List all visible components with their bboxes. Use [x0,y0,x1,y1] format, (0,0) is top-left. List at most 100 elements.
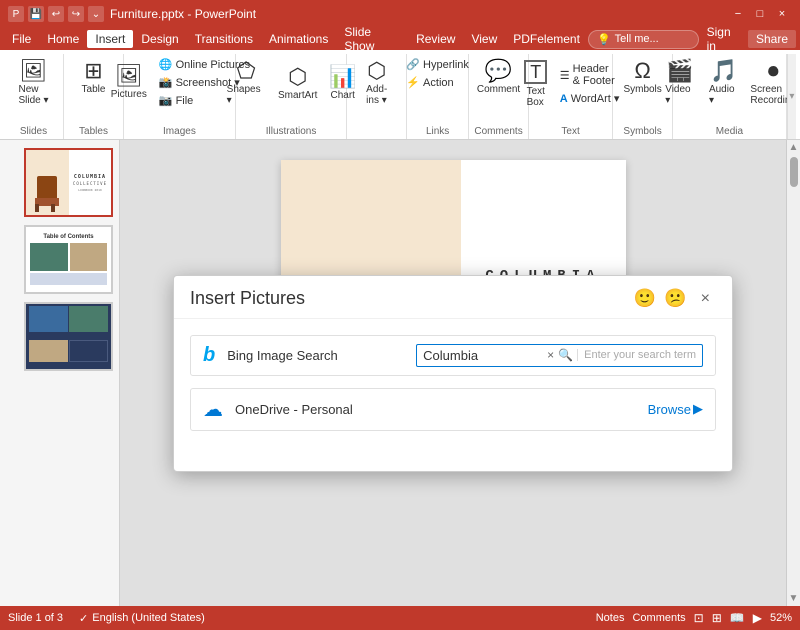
language-label: English (United States) [92,612,205,624]
language-indicator: ✓ English (United States) [79,612,205,625]
action-button[interactable]: ⚡ Action [402,74,473,91]
ribbon-illustrations-buttons: ⬠ Shapes ▾ ⬡ SmartArt 📊 Chart [221,56,362,110]
main-scrollbar-v[interactable]: ▲ ▼ [786,140,800,606]
ribbon-group-text: T TextBox ☰ Header& Footer A WordArt ▾ T… [529,54,613,139]
slide-thumbnail-2[interactable]: 2 Table of Contents [6,225,113,294]
hyperlink-label: Hyperlink [423,59,469,71]
browse-arrow-icon: ▶ [693,401,703,417]
slide-thumbnail-1[interactable]: 1 COLUMBIA COLLECTIVE [6,148,113,217]
redo-icon[interactable]: ↪ [68,6,84,22]
ribbon-scrollbar: ▾ [787,54,796,139]
menu-view[interactable]: View [463,30,505,48]
new-slide-button[interactable]: 🖼 NewSlide ▾ [12,56,54,110]
hyperlink-icon: 🔗 [406,58,420,71]
comments-button[interactable]: Comments [632,612,685,624]
view-normal-icon[interactable]: ⊡ [694,611,704,625]
smartart-label: SmartArt [278,90,317,101]
maximize-button[interactable]: □ [750,4,770,24]
smartart-button[interactable]: ⬡ SmartArt [273,62,322,105]
sad-face-icon[interactable]: 😕 [664,288,686,310]
onedrive-row: ☁ OneDrive - Personal Browse ▶ [190,388,716,431]
happy-face-icon[interactable]: 🙂 [634,288,656,310]
comment-label: Comment [477,84,520,95]
view-reading-icon[interactable]: 📖 [730,611,745,625]
dialog-footer [174,447,732,471]
action-icon: ⚡ [406,76,420,89]
minimize-button[interactable]: − [728,4,748,24]
menu-slideshow[interactable]: Slide Show [336,23,408,55]
header-footer-icon: ☰ [560,69,570,82]
view-slideshow-icon[interactable]: ▶ [753,611,762,625]
slide-content-area: COLUMBIA COLLECTIVE LOOKBOOK 2019 Click … [120,140,786,606]
media-group-label: Media [716,124,743,137]
symbols-icon: Ω [634,60,650,82]
menu-animations[interactable]: Animations [261,30,336,48]
pictures-button[interactable]: 🖼 Pictures [105,61,153,104]
action-label: Action [423,77,454,89]
video-button[interactable]: 🎬 Video ▾ [659,56,701,110]
textbox-icon: T [524,60,547,84]
window-title: Furniture.pptx - PowerPoint [110,7,256,21]
undo-icon[interactable]: ↩ [48,6,64,22]
audio-button[interactable]: 🎵 Audio ▾ [703,56,745,110]
onedrive-label: OneDrive - Personal [235,402,636,417]
new-slide-icon: 🖼 [20,60,48,82]
slide-thumbnail-3[interactable]: 3 [6,302,113,371]
notes-button[interactable]: Notes [596,612,625,624]
slide-thumb-3[interactable] [24,302,113,371]
links-col: 🔗 Hyperlink ⚡ Action [402,56,473,91]
view-slide-sorter-icon[interactable]: ⊞ [712,611,722,625]
ribbon-group-images: 🖼 Pictures 🌐 Online Pictures 📸 Screensho… [124,54,236,139]
slide-panel: 1 COLUMBIA COLLECTIVE [0,140,120,606]
bing-search-input[interactable] [423,348,543,363]
ribbon-links-buttons: 🔗 Hyperlink ⚡ Action [402,56,473,91]
hyperlink-button[interactable]: 🔗 Hyperlink [402,56,473,73]
shapes-button[interactable]: ⬠ Shapes ▾ [221,56,272,110]
bing-search-box[interactable]: × 🔍 Enter your search term [416,344,703,367]
window-controls: − □ × [728,4,792,24]
images-group-label: Images [163,124,196,137]
ribbon-addins-buttons: ⬡ Add-ins ▾ [359,56,395,110]
menu-file[interactable]: File [4,30,39,48]
wordart-label: WordArt ▾ [571,92,620,105]
text-group-label: Text [561,124,579,137]
slide-thumb-img-1: COLUMBIA COLLECTIVE LOOKBOOK 2019 [26,150,111,215]
dialog-body: b Bing Image Search × 🔍 Enter your searc… [174,319,732,447]
dialog-close-button[interactable]: × [695,288,716,310]
menu-review[interactable]: Review [408,30,463,48]
browse-button[interactable]: Browse ▶ [648,401,703,417]
menu-home[interactable]: Home [39,30,87,48]
browse-label: Browse [648,402,691,417]
customize-icon[interactable]: ⌄ [88,6,104,22]
menu-insert[interactable]: Insert [87,30,133,48]
slide-thumb-1[interactable]: COLUMBIA COLLECTIVE LOOKBOOK 2019 [24,148,113,217]
bing-search-icon[interactable]: 🔍 [558,348,573,362]
pictures-label: Pictures [111,89,147,100]
signin-button[interactable]: Sign in [707,25,740,53]
addins-button[interactable]: ⬡ Add-ins ▾ [359,56,395,110]
slide-thumb-img-3 [26,304,111,369]
title-bar-icons: P 💾 ↩ ↪ ⌄ [8,6,104,22]
tell-me-box[interactable]: 💡 Tell me... [588,30,699,49]
slide-thumb-2[interactable]: Table of Contents [24,225,113,294]
close-button[interactable]: × [772,4,792,24]
links-group-label: Links [426,124,449,137]
dialog-header-icons: 🙂 😕 × [634,288,716,310]
comments-group-label: Comments [474,124,522,137]
shapes-icon: ⬠ [236,60,255,82]
audio-label: Audio ▾ [709,84,739,106]
status-bar: Slide 1 of 3 ✓ English (United States) N… [0,606,800,630]
menu-pdfelement[interactable]: PDFelement [505,30,588,48]
ribbon-text-buttons: T TextBox ☰ Header& Footer A WordArt ▾ [518,56,624,112]
addins-icon: ⬡ [367,60,386,82]
table-icon: ⊞ [84,60,102,82]
save-icon[interactable]: 💾 [28,6,44,22]
bing-clear-icon[interactable]: × [547,348,554,362]
share-button[interactable]: Share [748,30,796,48]
ribbon-group-slides: 🖼 NewSlide ▾ Slides [4,54,64,139]
menu-transitions[interactable]: Transitions [187,30,261,48]
menu-design[interactable]: Design [133,30,186,48]
illustrations-group-label: Illustrations [266,124,317,137]
slides-group-label: Slides [20,124,47,137]
textbox-button[interactable]: T TextBox [518,56,554,112]
